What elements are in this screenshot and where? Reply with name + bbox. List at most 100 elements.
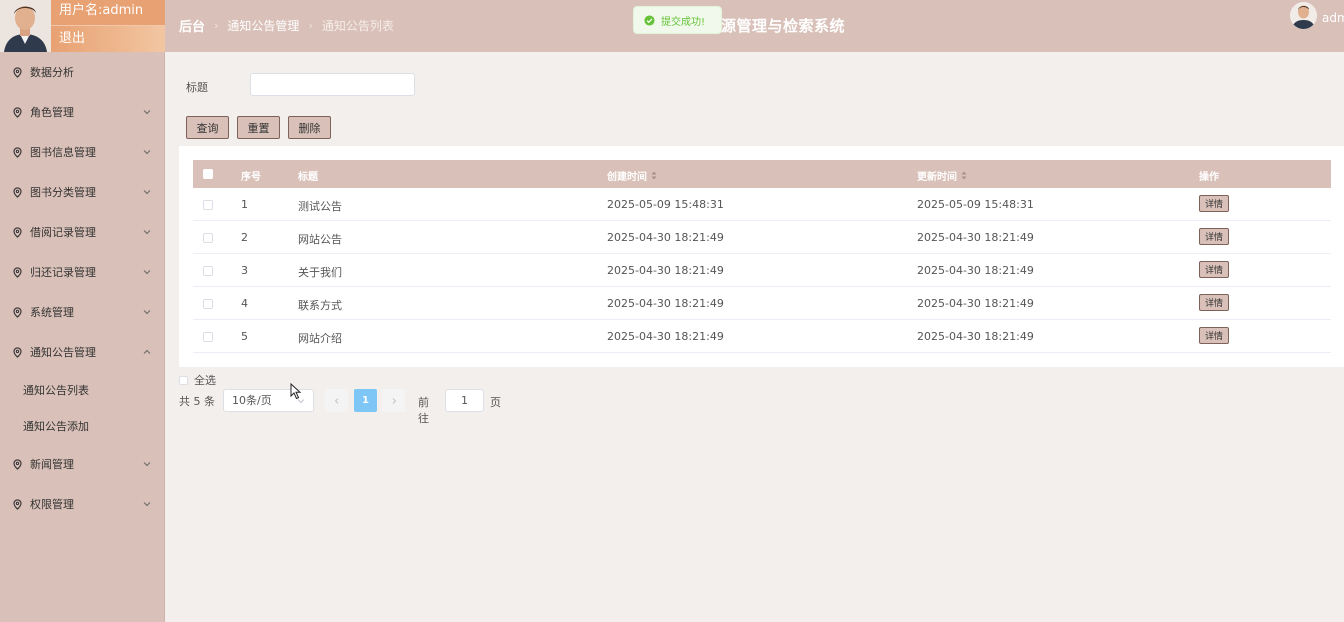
- prev-page-button[interactable]: [325, 389, 348, 412]
- detail-button[interactable]: 详情: [1199, 228, 1229, 245]
- row-title: 关于我们: [298, 266, 342, 279]
- toast-message: 提交成功!: [661, 16, 706, 28]
- column-header-updated[interactable]: 更新时间: [917, 168, 967, 183]
- column-header-created[interactable]: 创建时间: [607, 168, 657, 183]
- checkbox[interactable]: [203, 200, 213, 210]
- user-box: 用户名:admin 退出: [0, 0, 165, 52]
- sidebar-item-notice[interactable]: 通知公告管理: [0, 332, 165, 372]
- sidebar-item-label: 图书分类管理: [30, 186, 96, 199]
- sidebar-item-return-records[interactable]: 归还记录管理: [0, 252, 165, 292]
- header-username[interactable]: admin: [1322, 11, 1344, 25]
- row-title: 联系方式: [298, 299, 342, 312]
- sidebar-item-label: 角色管理: [30, 106, 74, 119]
- checkbox[interactable]: [203, 266, 213, 276]
- header-avatar[interactable]: [1290, 2, 1317, 29]
- sidebar-subitem-notice-list[interactable]: 通知公告列表: [0, 372, 165, 408]
- detail-button[interactable]: 详情: [1199, 294, 1229, 311]
- chevron-down-icon: [143, 270, 151, 275]
- location-icon: [13, 266, 22, 278]
- row-updated: 2025-04-30 18:21:49: [917, 297, 1034, 310]
- sidebar-subitem-notice-add[interactable]: 通知公告添加: [0, 408, 165, 444]
- breadcrumb-home[interactable]: 后台: [179, 16, 205, 35]
- sidebar-item-data-analysis[interactable]: 数据分析: [0, 52, 165, 92]
- row-checkbox[interactable]: [203, 332, 213, 345]
- checkbox[interactable]: [203, 169, 213, 179]
- checkbox[interactable]: [203, 299, 213, 309]
- row-index: 3: [241, 264, 248, 277]
- row-index: 4: [241, 297, 248, 310]
- chevron-up-icon: [143, 349, 151, 354]
- row-checkbox[interactable]: [203, 200, 213, 213]
- sort-icon[interactable]: [651, 171, 657, 180]
- table-row: 5 网站介绍 2025-04-30 18:21:49 2025-04-30 18…: [193, 320, 1331, 353]
- goto-page-input[interactable]: [445, 389, 484, 412]
- sidebar-item-system[interactable]: 系统管理: [0, 292, 165, 332]
- checkbox[interactable]: [203, 332, 213, 342]
- goto-prefix: 前往: [418, 396, 429, 425]
- sidebar-item-news[interactable]: 新闻管理: [0, 444, 165, 484]
- sidebar-item-role[interactable]: 角色管理: [0, 92, 165, 132]
- query-button[interactable]: 查询: [186, 116, 229, 139]
- row-updated: 2025-05-09 15:48:31: [917, 198, 1034, 211]
- mouse-cursor-icon: [290, 383, 302, 400]
- detail-button[interactable]: 详情: [1199, 195, 1229, 212]
- column-header-index: 序号: [241, 172, 261, 183]
- select-all-checkbox[interactable]: [179, 375, 188, 385]
- logout-link[interactable]: 退出: [51, 26, 165, 52]
- sidebar-item-label: 通知公告管理: [30, 346, 96, 359]
- row-checkbox[interactable]: [203, 266, 213, 279]
- sidebar: 用户名:admin 退出 数据分析 角色管理 图书信息管理 图书分类管理 借阅记…: [0, 0, 165, 622]
- select-all[interactable]: 全选: [179, 372, 216, 388]
- column-header-label: 更新时间: [917, 172, 957, 183]
- sidebar-item-borrow-records[interactable]: 借阅记录管理: [0, 212, 165, 252]
- select-all-label: 全选: [194, 374, 216, 387]
- sidebar-menu: 数据分析 角色管理 图书信息管理 图书分类管理 借阅记录管理 归还记录管理 系统…: [0, 52, 165, 524]
- breadcrumb-separator-icon: ›: [214, 19, 219, 32]
- row-index: 1: [241, 198, 248, 211]
- chevron-down-icon: [143, 230, 151, 235]
- detail-button[interactable]: 详情: [1199, 261, 1229, 278]
- table-header: 序号 标题 创建时间 更新时间 操作: [193, 160, 1331, 188]
- row-updated: 2025-04-30 18:21:49: [917, 330, 1034, 343]
- search-title-label: 标题: [186, 81, 208, 94]
- delete-button[interactable]: 删除: [288, 116, 331, 139]
- page-number-current[interactable]: 1: [354, 389, 377, 412]
- breadcrumb: 后台 › 通知公告管理 › 通知公告列表: [179, 16, 394, 35]
- sidebar-item-label: 借阅记录管理: [30, 226, 96, 239]
- chevron-left-icon: [334, 397, 338, 404]
- row-created: 2025-04-30 18:21:49: [607, 330, 724, 343]
- next-page-button[interactable]: [382, 389, 405, 412]
- top-header: 后台 › 通知公告管理 › 通知公告列表 源管理与检索系统 admin: [165, 0, 1344, 52]
- sidebar-item-permissions[interactable]: 权限管理: [0, 484, 165, 524]
- chevron-down-icon: [143, 462, 151, 467]
- location-icon: [13, 66, 22, 78]
- column-header-label: 创建时间: [607, 172, 647, 183]
- detail-button[interactable]: 详情: [1199, 327, 1229, 344]
- row-checkbox[interactable]: [203, 233, 213, 246]
- column-header-title: 标题: [298, 172, 318, 183]
- reset-button[interactable]: 重置: [237, 116, 280, 139]
- chevron-down-icon: [143, 110, 151, 115]
- chevron-down-icon: [143, 502, 151, 507]
- row-checkbox[interactable]: [203, 299, 213, 312]
- check-circle-icon: [644, 14, 655, 26]
- location-icon: [13, 226, 22, 238]
- table-row: 3 关于我们 2025-04-30 18:21:49 2025-04-30 18…: [193, 254, 1331, 287]
- select-all-header-checkbox[interactable]: [203, 169, 213, 179]
- sidebar-item-book-category[interactable]: 图书分类管理: [0, 172, 165, 212]
- table-row: 4 联系方式 2025-04-30 18:21:49 2025-04-30 18…: [193, 287, 1331, 320]
- sidebar-item-book-info[interactable]: 图书信息管理: [0, 132, 165, 172]
- username-label: 用户名:admin: [51, 0, 165, 26]
- breadcrumb-separator-icon: ›: [308, 19, 313, 32]
- chevron-down-icon: [143, 150, 151, 155]
- search-title-input[interactable]: [250, 73, 415, 96]
- goto-suffix: 页: [490, 396, 501, 409]
- column-header-action: 操作: [1199, 172, 1219, 183]
- row-updated: 2025-04-30 18:21:49: [917, 264, 1034, 277]
- breadcrumb-notice-manage[interactable]: 通知公告管理: [227, 17, 299, 34]
- sidebar-item-label: 权限管理: [30, 498, 74, 511]
- checkbox[interactable]: [203, 233, 213, 243]
- row-created: 2025-04-30 18:21:49: [607, 297, 724, 310]
- sidebar-item-label: 归还记录管理: [30, 266, 96, 279]
- sort-icon[interactable]: [961, 171, 967, 180]
